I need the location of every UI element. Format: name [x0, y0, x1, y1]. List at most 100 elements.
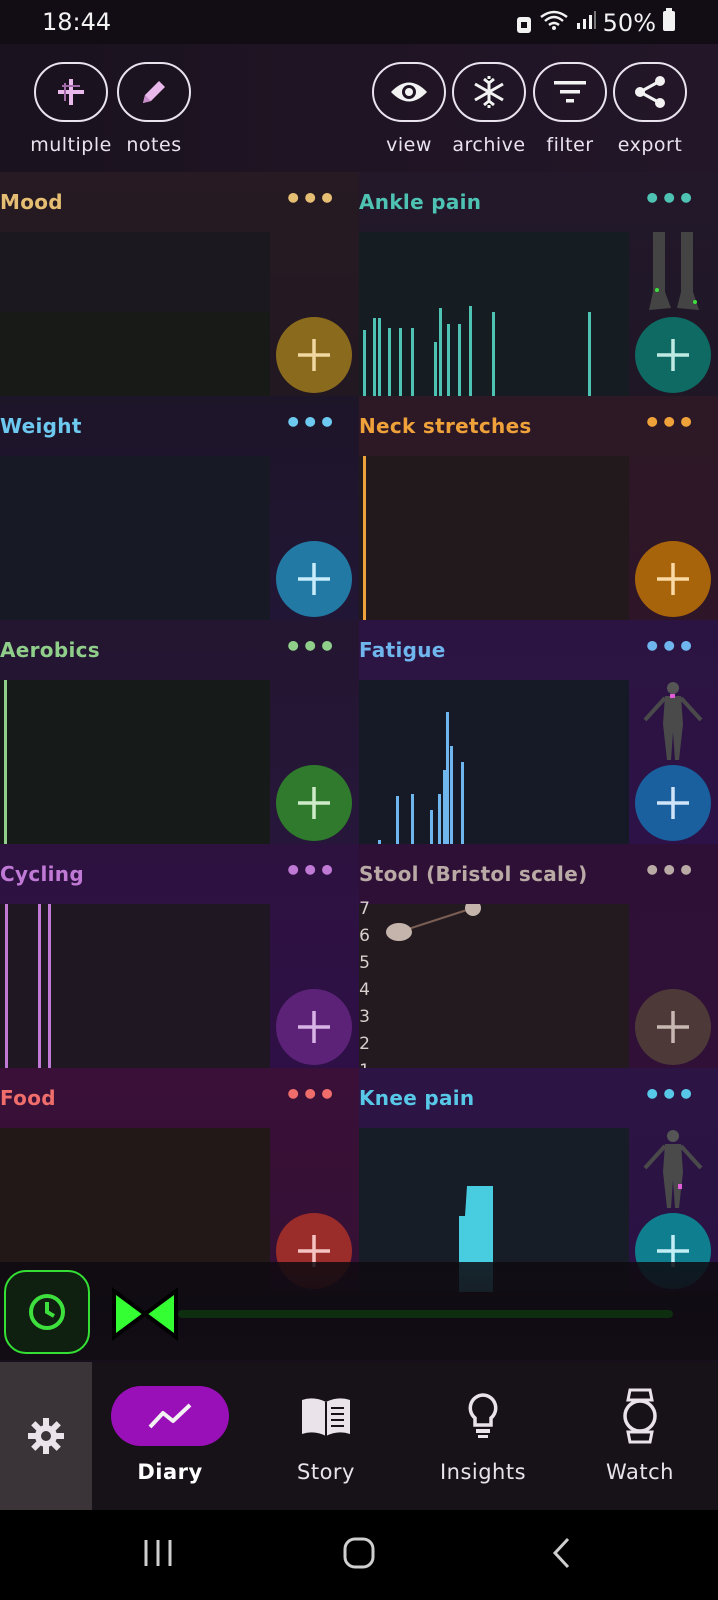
- more-options-button[interactable]: •••: [284, 406, 336, 439]
- weight-plot: [0, 456, 270, 620]
- card-title: Knee pain: [359, 1086, 475, 1110]
- y-tick: -1: [359, 1058, 373, 1068]
- status-bar: 18:44 50%: [0, 0, 718, 44]
- recent-apps-button[interactable]: [142, 1538, 176, 1572]
- card-weight: Weight •••: [0, 396, 359, 620]
- card-cycling: Cycling •••: [0, 844, 359, 1068]
- card-fatigue: Fatigue •••: [359, 620, 718, 844]
- back-button[interactable]: [550, 1536, 574, 1574]
- more-options-button[interactable]: •••: [284, 1078, 336, 1111]
- tracker-grid: Mood ••• Ankle pain ••• Weight ••• Neck …: [0, 172, 718, 1292]
- card-mood: Mood •••: [0, 172, 359, 396]
- stool-plot: [359, 900, 629, 1068]
- y-tick: -4: [359, 980, 370, 1000]
- plus-icon: [657, 787, 689, 819]
- ankle-pain-bars: [363, 306, 591, 396]
- more-options-button[interactable]: •••: [643, 854, 695, 887]
- top-toolbar: multiple notes view archive filter expor…: [0, 44, 718, 172]
- body-model-icon[interactable]: [635, 680, 711, 762]
- fatigue-bars: [378, 712, 464, 844]
- card-title: Cycling: [0, 862, 84, 886]
- notes-label: notes: [126, 134, 182, 156]
- stool-y-axis: -7 -6 -5 -4 -3 -2 -1: [359, 896, 373, 1068]
- status-indicators: 50%: [515, 8, 676, 38]
- add-fatigue-button[interactable]: [635, 765, 711, 841]
- book-icon: [302, 1398, 350, 1436]
- view-button[interactable]: [372, 62, 446, 122]
- aerobics-plot: [0, 680, 270, 844]
- system-navigation-bar: [0, 1510, 718, 1600]
- plus-icon: [657, 563, 689, 595]
- feet-model-icon[interactable]: [635, 232, 711, 314]
- card-title: Food: [0, 1086, 56, 1110]
- home-button[interactable]: [342, 1536, 376, 1574]
- card-title: Aerobics: [0, 638, 100, 662]
- nav-diary-active-pill: [111, 1386, 229, 1446]
- nav-insights[interactable]: Insights: [405, 1362, 561, 1510]
- more-options-button[interactable]: •••: [643, 630, 695, 663]
- y-tick: -5: [359, 953, 370, 973]
- card-title: Ankle pain: [359, 190, 482, 214]
- more-options-button[interactable]: •••: [643, 1078, 695, 1111]
- snowflake-icon: [474, 76, 504, 108]
- timeline-bar: [0, 1262, 718, 1360]
- export-button[interactable]: [613, 62, 687, 122]
- add-weight-button[interactable]: [276, 541, 352, 617]
- filter-icon: [554, 81, 586, 103]
- plus-icon: [657, 339, 689, 371]
- y-tick: -7: [359, 899, 370, 919]
- card-food: Food •••: [0, 1068, 359, 1292]
- plus-icon: [298, 1011, 330, 1043]
- body-model-icon[interactable]: [635, 1128, 711, 1210]
- card-title: Mood: [0, 190, 63, 214]
- more-options-button[interactable]: •••: [643, 182, 695, 215]
- signal-icon: [575, 9, 597, 37]
- more-options-button[interactable]: •••: [643, 406, 695, 439]
- card-title: Weight: [0, 414, 82, 438]
- plus-icon: [298, 563, 330, 595]
- add-neck-stretches-button[interactable]: [635, 541, 711, 617]
- card-title: Fatigue: [359, 638, 446, 662]
- card-title: Neck stretches: [359, 414, 532, 438]
- nav-story-label: Story: [297, 1460, 355, 1484]
- nav-watch[interactable]: Watch: [562, 1362, 718, 1510]
- fatigue-plot: [359, 680, 629, 844]
- lightbulb-icon: [468, 1393, 498, 1438]
- stool-line: [386, 900, 481, 941]
- timeline-track[interactable]: [178, 1310, 673, 1318]
- nav-story[interactable]: Story: [248, 1362, 404, 1510]
- more-options-button[interactable]: •••: [284, 630, 336, 663]
- wifi-icon: [539, 9, 569, 37]
- y-tick: -2: [359, 1034, 370, 1054]
- plus-icon: [298, 787, 330, 819]
- notes-button[interactable]: [117, 62, 191, 122]
- sync-icon: [515, 13, 533, 33]
- add-stool-button[interactable]: [635, 989, 711, 1065]
- nav-diary[interactable]: Diary: [92, 1362, 248, 1510]
- more-options-button[interactable]: •••: [284, 182, 336, 215]
- pencil-icon: [143, 81, 165, 103]
- clock-button[interactable]: [4, 1270, 90, 1354]
- add-aerobics-button[interactable]: [276, 765, 352, 841]
- back-icon: [552, 1537, 570, 1569]
- gear-icon: [28, 1418, 64, 1454]
- add-cycling-button[interactable]: [276, 989, 352, 1065]
- more-options-button[interactable]: •••: [284, 854, 336, 887]
- plus-icon: [657, 1011, 689, 1043]
- nav-watch-icon-wrap: [581, 1386, 699, 1446]
- multiple-button[interactable]: [34, 62, 108, 122]
- card-knee-pain: Knee pain •••: [359, 1068, 718, 1292]
- settings-button[interactable]: [0, 1362, 92, 1510]
- nav-insights-label: Insights: [439, 1460, 527, 1484]
- add-ankle-pain-button[interactable]: [635, 317, 711, 393]
- add-mood-button[interactable]: [276, 317, 352, 393]
- archive-button[interactable]: [452, 62, 526, 122]
- filter-button[interactable]: [533, 62, 607, 122]
- card-stool: Stool (Bristol scale) ••• -7 -6 -5 -4 -3…: [359, 844, 718, 1068]
- ankle-pain-plot: [359, 232, 629, 396]
- cycling-plot: [0, 904, 270, 1068]
- battery-icon: [662, 8, 676, 38]
- timeline-range-handle[interactable]: [110, 1287, 180, 1341]
- neck-stretches-bar: [363, 456, 366, 620]
- neck-stretches-plot: [359, 456, 629, 620]
